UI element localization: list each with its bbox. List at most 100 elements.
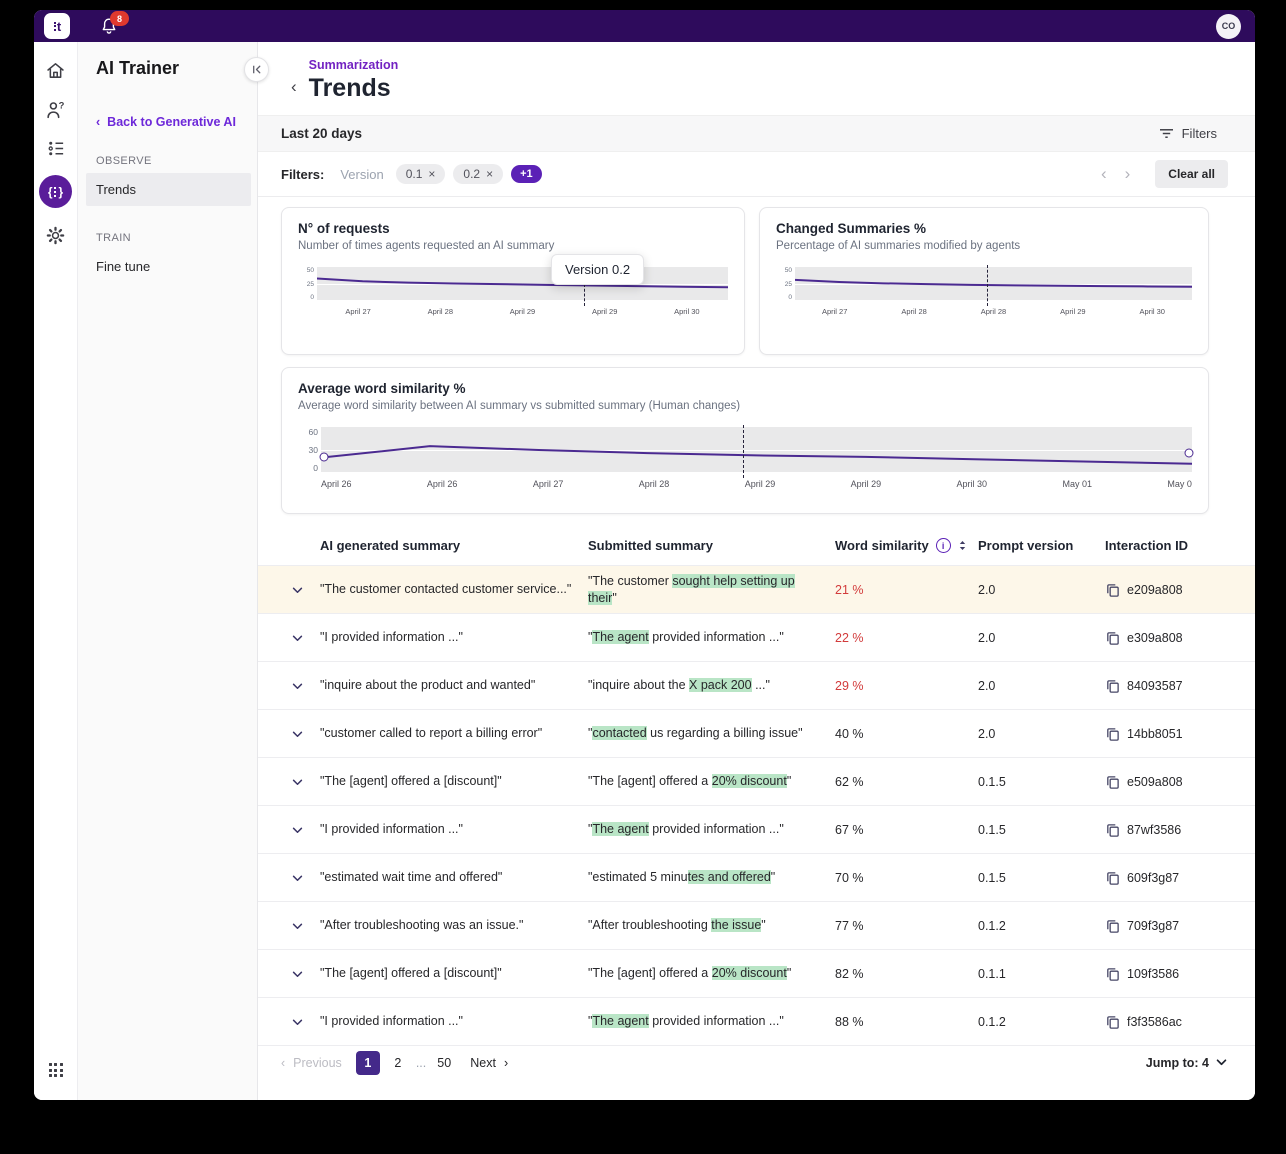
copy-icon[interactable] <box>1105 918 1120 934</box>
y-axis-labels: 60300 <box>298 427 321 473</box>
col-submitted-summary: Submitted summary <box>588 538 835 553</box>
submitted-summary-cell: "After troubleshooting the issue" <box>588 917 835 933</box>
chevron-down-icon <box>292 635 303 642</box>
submitted-summary-cell: "The agent provided information ..." <box>588 629 835 645</box>
expand-row-button[interactable] <box>292 827 303 834</box>
interaction-id-value: 84093587 <box>1127 679 1183 693</box>
period-bar: Last 20 days Filters <box>258 115 1255 152</box>
copy-icon[interactable] <box>1105 870 1120 886</box>
copy-icon[interactable] <box>1105 678 1120 694</box>
notifications-button[interactable]: 8 <box>100 17 118 35</box>
topbar: t 8 CO <box>34 10 1255 42</box>
copy-icon[interactable] <box>1105 774 1120 790</box>
copy-icon[interactable] <box>1105 966 1120 982</box>
sidebar-item-ai-trainer[interactable]: {} <box>39 175 72 208</box>
table-row: "I provided information ..." "The agent … <box>258 997 1255 1045</box>
clear-all-button[interactable]: Clear all <box>1155 160 1228 188</box>
sidebar-item-workflows[interactable] <box>44 136 68 160</box>
apps-launcher-button[interactable] <box>44 1058 68 1082</box>
copy-icon[interactable] <box>1105 726 1120 742</box>
table-body: "The customer contacted customer service… <box>258 565 1255 1045</box>
jump-to-control[interactable]: Jump to: 4 <box>1146 1056 1227 1070</box>
interaction-id-value: e509a808 <box>1127 775 1183 789</box>
next-page-button[interactable]: Next › <box>470 1056 508 1070</box>
close-icon[interactable]: × <box>486 167 493 181</box>
table-row: "customer called to report a billing err… <box>258 709 1255 757</box>
chevron-down-icon <box>292 731 303 738</box>
app-logo[interactable]: t <box>44 13 70 39</box>
copy-icon[interactable] <box>1105 1014 1120 1030</box>
diff-highlight: the issue <box>711 918 761 932</box>
y-axis-labels: 50250 <box>776 267 795 301</box>
page-button-2[interactable]: 2 <box>386 1051 410 1075</box>
sidebar-item-trends[interactable]: Trends <box>86 173 251 206</box>
page-list: 12...50 <box>356 1051 456 1075</box>
chevron-left-icon[interactable]: ‹ <box>1092 164 1116 184</box>
expand-row-button[interactable] <box>292 731 303 738</box>
chevron-down-icon <box>1216 1059 1227 1066</box>
interaction-id-value: 109f3586 <box>1127 967 1179 981</box>
x-axis-labels: April 26April 26April 27April 28April 29… <box>321 479 1192 489</box>
sidebar-item-fine-tune[interactable]: Fine tune <box>86 250 251 283</box>
word-similarity-value: 62 % <box>835 775 978 789</box>
copy-icon[interactable] <box>1105 582 1120 598</box>
word-similarity-value: 21 % <box>835 583 978 597</box>
expand-row-button[interactable] <box>292 635 303 642</box>
diff-highlight: The agent <box>592 1014 648 1028</box>
breadcrumb[interactable]: Summarization <box>309 58 399 72</box>
word-similarity-chart-card: Average word similarity % Average word s… <box>281 367 1209 514</box>
expand-row-button[interactable] <box>292 779 303 786</box>
expand-row-button[interactable] <box>292 587 303 594</box>
word-similarity-value: 82 % <box>835 967 978 981</box>
collapse-panel-button[interactable] <box>244 57 269 82</box>
page-button-1[interactable]: 1 <box>356 1051 380 1075</box>
app-window: t 8 CO <box>34 10 1255 1100</box>
filter-chip[interactable]: 0.2× <box>453 164 503 184</box>
page-button-50[interactable]: 50 <box>432 1051 456 1075</box>
expand-row-button[interactable] <box>292 875 303 882</box>
prompt-version-value: 0.1.2 <box>978 919 1105 933</box>
chart-plot-area <box>795 267 1192 301</box>
interaction-id-value: f3f3586ac <box>1127 1015 1182 1029</box>
filter-lines-icon <box>1159 127 1174 140</box>
sidebar-item-settings[interactable] <box>44 223 68 247</box>
col-interaction-id: Interaction ID <box>1105 538 1255 553</box>
svg-text:?: ? <box>59 100 65 111</box>
word-similarity-value: 22 % <box>835 631 978 645</box>
back-icon[interactable]: ‹ <box>291 78 297 95</box>
back-to-generative-ai-link[interactable]: ‹ Back to Generative AI <box>96 115 247 129</box>
collapse-icon <box>250 63 263 76</box>
copy-icon[interactable] <box>1105 630 1120 646</box>
close-icon[interactable]: × <box>428 167 435 181</box>
filters-button[interactable]: Filters <box>1159 126 1217 141</box>
prompt-version-value: 0.1.5 <box>978 823 1105 837</box>
chevron-right-icon[interactable]: › <box>1116 164 1140 184</box>
expand-row-button[interactable] <box>292 1019 303 1026</box>
sort-icon[interactable] <box>958 540 967 551</box>
sidebar-item-home[interactable] <box>44 58 68 82</box>
sidebar-panel: AI Trainer ‹ Back to Generative AI OBSER… <box>78 42 258 1100</box>
period-label: Last 20 days <box>281 126 362 141</box>
expand-row-button[interactable] <box>292 923 303 930</box>
sidebar-item-support[interactable]: ? <box>44 97 68 121</box>
diff-highlight: sought help setting up their <box>588 574 795 604</box>
expand-row-button[interactable] <box>292 971 303 978</box>
prompt-version-value: 0.1.2 <box>978 1015 1105 1029</box>
copy-icon[interactable] <box>1105 822 1120 838</box>
chart-title: Average word similarity % <box>298 381 1192 396</box>
gear-icon <box>45 225 66 246</box>
version-marker-line <box>743 425 744 478</box>
info-icon[interactable]: i <box>936 538 951 553</box>
more-filters-chip[interactable]: +1 <box>511 165 542 183</box>
expand-row-button[interactable] <box>292 683 303 690</box>
x-axis-labels: April 27April 28April 28April 29April 30 <box>795 307 1192 316</box>
prompt-version-value: 0.1.5 <box>978 775 1105 789</box>
notification-badge: 8 <box>110 11 129 26</box>
chevron-down-icon <box>292 971 303 978</box>
filter-chip[interactable]: 0.1× <box>396 164 446 184</box>
section-label-train: TRAIN <box>96 232 247 244</box>
ai-generated-summary-cell: "I provided information ..." <box>320 821 588 837</box>
previous-page-button[interactable]: ‹ Previous <box>281 1056 342 1070</box>
avatar[interactable]: CO <box>1216 14 1241 39</box>
chevron-down-icon <box>292 1019 303 1026</box>
